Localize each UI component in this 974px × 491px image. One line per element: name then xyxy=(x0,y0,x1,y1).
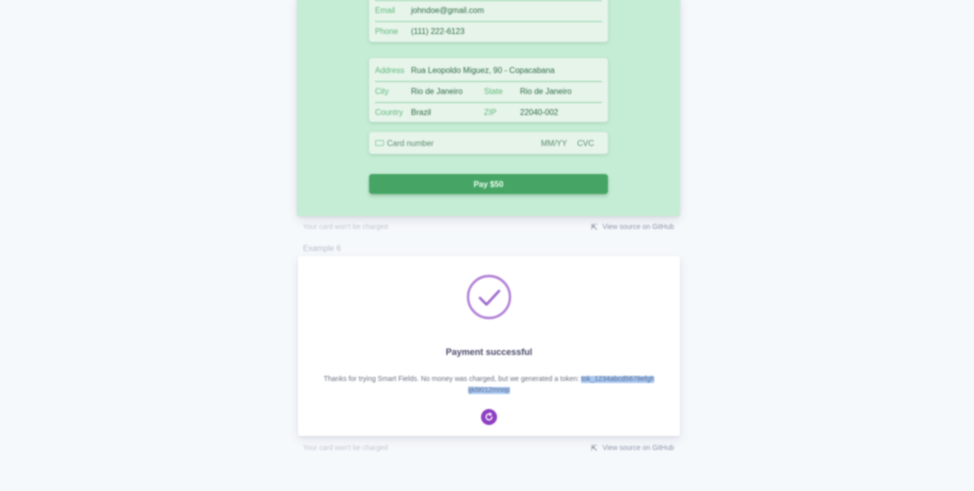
country-field[interactable]: Brazil xyxy=(411,108,484,117)
state-label: State xyxy=(484,86,503,96)
address-fieldset: Address Rua Leopoldo Miguez, 90 - Copaca… xyxy=(369,58,608,122)
card-fieldset[interactable]: Card number MM/YY CVC xyxy=(369,132,608,154)
success-message-text: Thanks for trying Smart Fields. No money… xyxy=(323,376,582,383)
pay-button[interactable]: Pay $50 xyxy=(369,174,608,194)
city-state-row: City Rio de Janeiro State Rio de Janeiro xyxy=(375,81,602,101)
card-icon xyxy=(375,140,384,146)
country-label: Country xyxy=(375,107,404,117)
card-element[interactable]: Card number MM/YY CVC xyxy=(375,133,602,153)
address-label: Address xyxy=(375,65,405,75)
contact-fieldset: Email johndoe@gmail.com Phone (111) 222-… xyxy=(369,0,608,42)
expiry-input[interactable]: MM/YY xyxy=(541,139,567,148)
email-field[interactable]: johndoe@gmail.com xyxy=(411,6,484,15)
example-6-label: Example 6 xyxy=(303,244,341,253)
cvc-input[interactable]: CVC xyxy=(577,139,594,148)
reset-icon xyxy=(485,412,493,421)
address-field[interactable]: Rua Leopoldo Miguez, 90 - Copacabana xyxy=(411,66,555,75)
footer-note: Your card won't be charged xyxy=(303,223,388,231)
success-message: Thanks for trying Smart Fields. No money… xyxy=(316,374,662,396)
country-zip-row: Country Brazil ZIP 22040-002 xyxy=(375,102,602,122)
phone-field[interactable]: (111) 222-6123 xyxy=(411,27,465,36)
email-label: Email xyxy=(375,5,396,15)
state-field[interactable]: Rio de Janeiro xyxy=(520,87,572,96)
email-row[interactable]: Email johndoe@gmail.com xyxy=(375,0,602,20)
city-field[interactable]: Rio de Janeiro xyxy=(411,87,484,96)
phone-row[interactable]: Phone (111) 222-6123 xyxy=(375,21,602,41)
example-6-footer: Your card won't be charged ⇱ View source… xyxy=(303,443,674,453)
view-source-label: View source on GitHub xyxy=(602,444,674,452)
success-title: Payment successful xyxy=(445,347,533,357)
zip-field[interactable]: 22040-002 xyxy=(520,108,558,117)
example-5-card: Email johndoe@gmail.com Phone (111) 222-… xyxy=(297,0,680,216)
example-6-card: Payment successful Thanks for trying Sma… xyxy=(298,256,680,436)
example-5-footer: Your card won't be charged ⇱ View source… xyxy=(303,222,674,232)
zip-label: ZIP xyxy=(484,107,497,117)
footer-note: Your card won't be charged xyxy=(303,444,388,452)
view-source-label: View source on GitHub xyxy=(602,223,674,231)
card-number-input[interactable]: Card number xyxy=(387,139,541,148)
city-label: City xyxy=(375,86,389,96)
reset-button[interactable] xyxy=(481,409,497,425)
code-icon: ⇱ xyxy=(590,222,598,232)
address-row[interactable]: Address Rua Leopoldo Miguez, 90 - Copaca… xyxy=(375,60,602,80)
view-source-link[interactable]: ⇱ View source on GitHub xyxy=(591,223,674,232)
check-circle-icon xyxy=(466,274,512,320)
code-icon: ⇱ xyxy=(590,443,598,453)
phone-label: Phone xyxy=(375,26,399,36)
view-source-link[interactable]: ⇱ View source on GitHub xyxy=(591,444,674,453)
